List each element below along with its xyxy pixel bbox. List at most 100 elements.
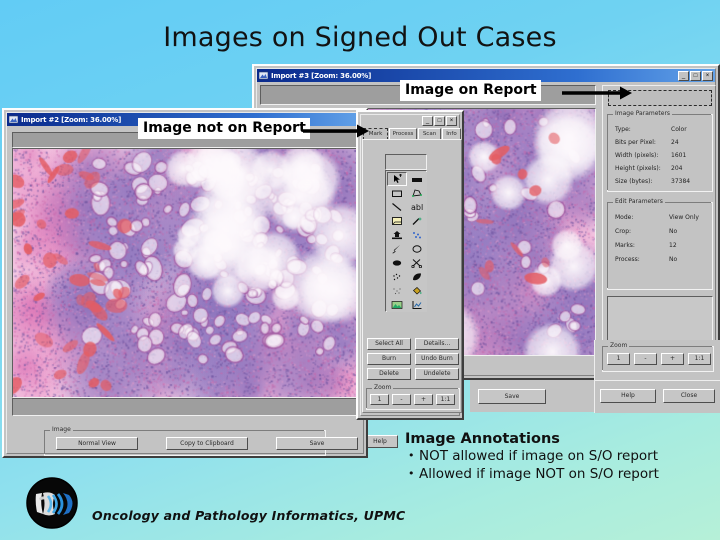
zoom-actual-button-tool[interactable]: 1:1 [436, 394, 455, 405]
copy-to-clipboard-button[interactable]: Copy to Clipboard [166, 437, 248, 450]
edit-marks-label: Marks: [615, 242, 635, 249]
zoom-group-tool-legend: Zoom [372, 384, 394, 391]
param-type-label: Type: [615, 126, 631, 133]
param-type-value: Color [671, 126, 687, 133]
edit-mode-value: View Only [669, 214, 699, 221]
zoom-in-button-3l[interactable]: + [661, 353, 684, 365]
tool-speckle-icon[interactable] [387, 284, 407, 298]
select-all-button[interactable]: Select All [367, 338, 411, 350]
edit-process-value: No [669, 256, 678, 263]
zoom-in-button-tool[interactable]: + [414, 394, 433, 405]
callout-image-on-report: Image on Report [400, 80, 541, 101]
tool-ellipse-icon[interactable] [407, 242, 427, 256]
maximize-button[interactable]: □ [690, 70, 701, 81]
tool-rectangle-filled-icon[interactable] [407, 172, 427, 186]
minimize-button[interactable]: _ [678, 70, 689, 81]
tool-stamp-icon[interactable] [387, 228, 407, 242]
undelete-button[interactable]: Undelete [415, 368, 459, 380]
annotation-bullet-2: Allowed if image NOT on S/O report [405, 465, 720, 484]
tool-leaf-icon[interactable] [407, 270, 427, 284]
tool-palette-container: abl [385, 170, 427, 312]
app-icon [259, 71, 268, 80]
tab-page: abl Select All Details... Burn Undo Burn… [362, 139, 462, 413]
annotation-bullet-1: NOT allowed if image on S/O report [405, 447, 720, 466]
param-width-label: Width (pixels): [615, 152, 659, 159]
annotations-heading: Image Annotations [405, 431, 560, 447]
window-import-2[interactable]: Import #2 [Zoom: 36.00%] Image Normal Vi… [2, 108, 368, 458]
edit-parameters-legend: Edit Parameters [613, 198, 665, 205]
burn-button[interactable]: Burn [367, 353, 411, 365]
page-title: Images on Signed Out Cases [163, 22, 557, 53]
param-size-value: 37384 [671, 178, 691, 185]
svg-text:abl: abl [411, 203, 423, 212]
param-height-value: 204 [671, 165, 683, 172]
param-size-label: Size (bytes): [615, 178, 653, 185]
zoom-actual-button-3l[interactable]: 1:1 [688, 353, 711, 365]
tool-window-controls[interactable]: _ □ × [422, 116, 457, 126]
param-bpp-value: 24 [671, 139, 679, 146]
tool-line-icon[interactable] [387, 200, 407, 214]
save-button-2[interactable]: Save [276, 437, 358, 450]
edit-mode-label: Mode: [615, 214, 634, 221]
bottom-strip-2 [12, 398, 358, 416]
tab-scan[interactable]: Scan [418, 128, 441, 139]
app-icon [9, 115, 18, 124]
close-button-3b[interactable]: Close [663, 389, 715, 403]
footer-text: Oncology and Pathology Informatics, UPMC [92, 508, 406, 523]
window-tool-palette[interactable]: _ □ × Mark Process Scan Info abl Select … [356, 110, 464, 420]
undo-burn-button[interactable]: Undo Burn [415, 353, 459, 365]
callout-arrow-on-report [562, 86, 632, 100]
window-import-2-title: Import #2 [Zoom: 36.00%] [21, 115, 122, 124]
close-button[interactable]: × [446, 116, 457, 126]
tool-polygon-icon[interactable] [407, 186, 427, 200]
minimize-button[interactable]: _ [422, 116, 433, 126]
tool-palette-grid[interactable]: abl [387, 172, 427, 312]
tool-magic-wand-icon[interactable] [407, 214, 427, 228]
histology-canvas-2 [13, 149, 357, 397]
tool-chart-icon[interactable] [407, 298, 427, 312]
image-annotations-block: Image Annotations NOT allowed if image o… [405, 430, 720, 483]
tab-process[interactable]: Process [389, 128, 417, 139]
tool-spray-icon[interactable] [387, 270, 407, 284]
tool-scissors-icon[interactable] [407, 256, 427, 270]
zoom-out-button-3l[interactable]: - [634, 353, 657, 365]
upmc-opi-logo [26, 477, 78, 529]
delete-button[interactable]: Delete [367, 368, 411, 380]
edit-process-label: Process: [615, 256, 640, 263]
window-import-3-controls[interactable]: _ □ × [678, 70, 713, 81]
close-button[interactable]: × [702, 70, 713, 81]
tool-text-abl-icon[interactable]: abl [407, 200, 427, 214]
tool-palette-frame [385, 154, 427, 170]
right-panel-3: Image Parameters Type: Color Bits per Pi… [602, 85, 716, 373]
image-group-2-legend: Image [50, 426, 73, 433]
tool-blob-icon[interactable] [387, 256, 407, 270]
image-parameters-legend: Image Parameters [613, 110, 673, 117]
tool-note-icon[interactable] [387, 214, 407, 228]
tool-arrow-select-icon[interactable] [387, 172, 407, 186]
param-bpp-label: Bits per Pixel: [615, 139, 656, 146]
tool-image-stamp-icon[interactable] [387, 298, 407, 312]
save-button-3b[interactable]: Save [478, 389, 546, 404]
maximize-button[interactable]: □ [434, 116, 445, 126]
edit-crop-value: No [669, 228, 678, 235]
edit-crop-label: Crop: [615, 228, 632, 235]
slide-root: Images on Signed Out Cases Import #3 [Zo… [0, 0, 720, 540]
details-button[interactable]: Details... [415, 338, 459, 350]
tool-pointer-arrow-icon[interactable] [387, 242, 407, 256]
zoom-fit-button-tool[interactable]: 1 [370, 394, 389, 405]
tool-rectangle-icon[interactable] [387, 186, 407, 200]
callout-arrow-not-on-report [303, 124, 369, 138]
param-height-label: Height (pixels): [615, 165, 661, 172]
tool-dots-icon[interactable] [407, 228, 427, 242]
tab-info[interactable]: Info [442, 128, 461, 139]
zoom-out-button-tool[interactable]: - [392, 394, 411, 405]
help-button-3b[interactable]: Help [600, 389, 656, 403]
zoom-fit-button-3l[interactable]: 1 [607, 353, 630, 365]
zoom-group-3-lower-legend: Zoom [608, 342, 630, 349]
edit-marks-value: 12 [669, 242, 677, 249]
tool-paint-bucket-icon[interactable] [407, 284, 427, 298]
param-width-value: 1601 [671, 152, 687, 159]
histology-image-2[interactable] [12, 148, 358, 398]
normal-view-button[interactable]: Normal View [56, 437, 138, 450]
window-import-3-title: Import #3 [Zoom: 36.00%] [271, 71, 372, 80]
